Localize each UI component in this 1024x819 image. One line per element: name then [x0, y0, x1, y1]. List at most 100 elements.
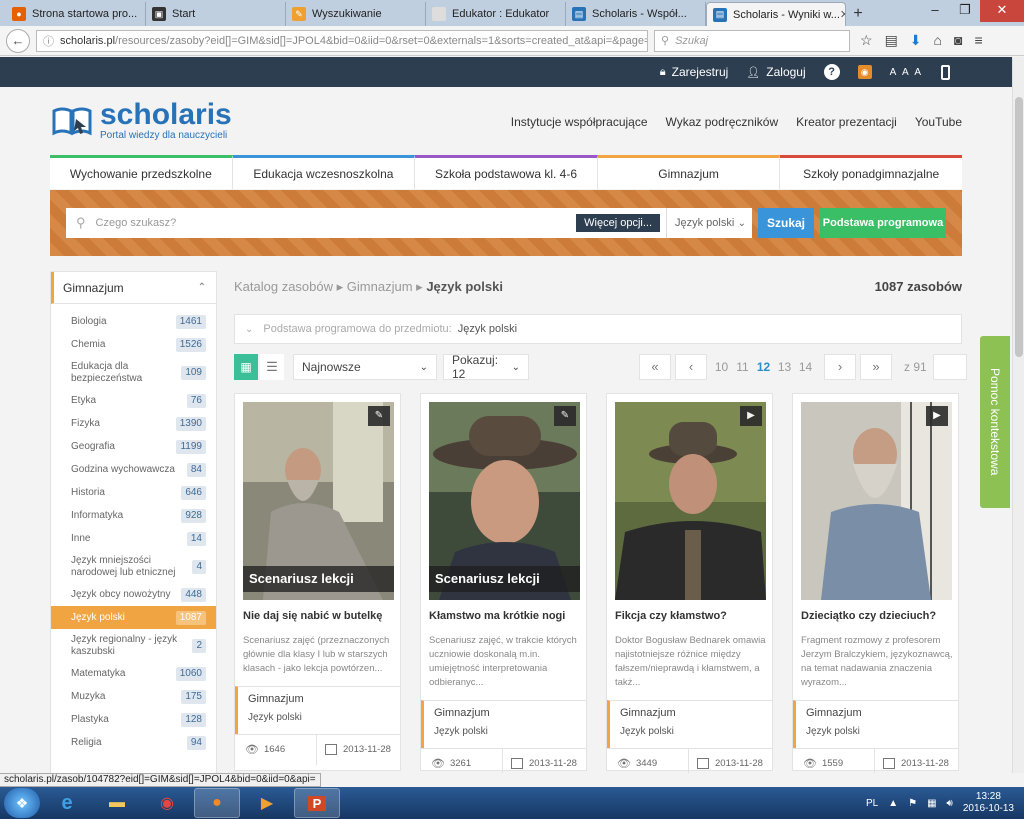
page-12-current[interactable]: 12: [753, 360, 774, 374]
sidebar-item[interactable]: Plastyka 128: [51, 708, 216, 731]
link-textbooks[interactable]: Wykaz podręczników: [666, 115, 779, 129]
card-title[interactable]: Nie daj się nabić w butelkę: [243, 610, 395, 622]
font-size-controls[interactable]: A A A: [890, 67, 923, 78]
site-logo[interactable]: scholaris Portal wiedzy dla nauczycieli: [52, 100, 232, 141]
taskbar-chrome[interactable]: ◉: [144, 788, 190, 818]
search-button[interactable]: Szukaj: [758, 208, 814, 238]
taskbar-media-player[interactable]: ▶: [244, 788, 290, 818]
more-options-button[interactable]: Więcej opcji...: [576, 214, 660, 232]
link-youtube[interactable]: YouTube: [915, 115, 962, 129]
bookmark-star-icon[interactable]: ☆: [860, 32, 873, 49]
page-10[interactable]: 10: [711, 360, 732, 374]
subject-select[interactable]: Język polski ⌄: [666, 208, 752, 238]
close-window-icon[interactable]: ✕: [980, 0, 1024, 22]
resource-card-2[interactable]: ✎ Scenariusz lekcji Kłamstwo ma krótkie …: [420, 393, 587, 773]
rss-icon[interactable]: ◉: [857, 65, 872, 79]
scrollbar-thumb[interactable]: [1015, 97, 1023, 357]
level-tab-early[interactable]: Edukacja wczesnoszkolna: [232, 155, 416, 189]
sidebar-item[interactable]: Godzina wychowawcza 84: [51, 458, 216, 481]
menu-icon[interactable]: ≡: [974, 32, 982, 49]
browser-search-input[interactable]: ⚲ Szukaj: [654, 29, 850, 52]
card-thumbnail[interactable]: ▶: [801, 402, 952, 600]
back-button[interactable]: ←: [6, 28, 30, 53]
sidebar-item[interactable]: Matematyka 1060: [51, 662, 216, 685]
breadcrumb-level[interactable]: Gimnazjum: [347, 279, 413, 294]
curriculum-bar[interactable]: ⌄ Podstawa programowa do przedmiotu: Jęz…: [234, 314, 962, 344]
browser-tab-1[interactable]: ● Strona startowa pro...: [6, 2, 146, 26]
sidebar-item[interactable]: Muzyka 175: [51, 685, 216, 708]
browser-tab-2[interactable]: ▣ Start: [146, 2, 286, 26]
taskbar-powerpoint[interactable]: P: [294, 788, 340, 818]
level-tab-secondary[interactable]: Szkoły ponadgimnazjalne: [780, 155, 962, 189]
download-icon[interactable]: ⬇: [910, 32, 922, 49]
page-scrollbar[interactable]: [1012, 57, 1024, 773]
minimize-icon[interactable]: –: [920, 0, 950, 22]
browser-tab-4[interactable]: Edukator : Edukator: [426, 2, 566, 26]
search-input[interactable]: ⚲ Czego szukasz? Więcej opcji...: [66, 208, 666, 238]
new-tab-button[interactable]: +: [846, 2, 870, 26]
sidebar-item[interactable]: Fizyka 1390: [51, 412, 216, 435]
sidebar-item[interactable]: Język mniejszości narodowej lub etniczne…: [51, 550, 216, 583]
reading-list-icon[interactable]: ▤: [885, 32, 898, 49]
register-link[interactable]: Zarejestruj: [672, 65, 729, 79]
sidebar-item[interactable]: Język regionalny - język kaszubski 2: [51, 629, 216, 662]
sidebar-item[interactable]: Historia 646: [51, 481, 216, 504]
link-institutions[interactable]: Instytucje współpracujące: [511, 115, 648, 129]
taskbar-explorer[interactable]: ▬: [94, 788, 140, 818]
card-title[interactable]: Dzieciątko czy dzieciuch?: [801, 610, 953, 622]
page-13[interactable]: 13: [774, 360, 795, 374]
sidebar-item[interactable]: Edukacja dla bezpieczeństwa 109: [51, 356, 216, 389]
sidebar-item[interactable]: Geografia 1199: [51, 435, 216, 458]
network-icon[interactable]: ▦: [927, 798, 936, 809]
per-page-select[interactable]: Pokazuj: 12 ⌄: [443, 353, 529, 381]
level-tab-primary[interactable]: Szkoła podstawowa kl. 4-6: [415, 155, 598, 189]
page-number-input[interactable]: [932, 354, 967, 380]
sidebar-item[interactable]: Język polski 1087: [51, 606, 216, 629]
card-thumbnail[interactable]: ▶: [615, 402, 766, 600]
last-page-button[interactable]: »: [860, 354, 892, 380]
next-page-button[interactable]: ›: [824, 354, 856, 380]
sidebar-item[interactable]: Biologia 1461: [51, 310, 216, 333]
flag-icon[interactable]: ⚑: [908, 798, 917, 809]
mobile-icon[interactable]: [941, 64, 950, 80]
card-thumbnail[interactable]: ✎ Scenariusz lekcji: [243, 402, 394, 600]
link-presentation-creator[interactable]: Kreator prezentacji: [796, 115, 897, 129]
sidebar-item[interactable]: Język obcy nowożytny 448: [51, 583, 216, 606]
sidebar-item[interactable]: Religia 94: [51, 731, 216, 754]
browser-tab-6-active[interactable]: ▤Scholaris - Wyniki w...✕: [706, 2, 846, 26]
start-button[interactable]: ❖: [4, 788, 40, 818]
first-page-button[interactable]: «: [639, 354, 671, 380]
level-tab-gimnazjum[interactable]: Gimnazjum: [597, 155, 781, 189]
language-indicator[interactable]: PL: [866, 798, 878, 809]
sidebar-item[interactable]: Inne 14: [51, 527, 216, 550]
resource-card-1[interactable]: ✎ Scenariusz lekcji Nie daj się nabić w …: [234, 393, 401, 771]
pocket-icon[interactable]: ◙: [954, 32, 962, 49]
login-link[interactable]: Zaloguj: [766, 65, 805, 79]
card-thumbnail[interactable]: ✎ Scenariusz lekcji: [429, 402, 580, 600]
help-icon[interactable]: ?: [823, 64, 840, 80]
level-tab-preschool[interactable]: Wychowanie przedszkolne: [50, 155, 233, 189]
address-bar[interactable]: ⓘ scholaris.pl/resources/zasoby?eid[]=GI…: [36, 29, 648, 52]
browser-tab-5[interactable]: ▤ Scholaris - Współ...: [566, 2, 706, 26]
tray-arrow-icon[interactable]: ▲: [888, 798, 898, 809]
clock[interactable]: 13:28 2016-10-13: [963, 791, 1014, 815]
page-14[interactable]: 14: [795, 360, 816, 374]
curriculum-button[interactable]: Podstawa programowa: [820, 208, 946, 238]
grid-view-button[interactable]: ▦: [234, 354, 258, 380]
card-title[interactable]: Fikcja czy kłamstwo?: [615, 610, 767, 622]
maximize-icon[interactable]: ❐: [950, 0, 980, 22]
sort-select[interactable]: Najnowsze ⌄: [293, 354, 437, 380]
taskbar-ie[interactable]: e: [44, 788, 90, 818]
list-view-button[interactable]: ☰: [260, 354, 284, 380]
sidebar-header[interactable]: Gimnazjum ⌃: [51, 272, 216, 304]
resource-card-3[interactable]: ▶ Fikcja czy kłamstwo? Doktor Bogusław B…: [606, 393, 773, 773]
context-help-tab[interactable]: Pomoc kontekstowa: [980, 336, 1010, 508]
resource-card-4[interactable]: ▶ Dzieciątko czy dzieciuch? Fragment roz…: [792, 393, 959, 773]
breadcrumb-root[interactable]: Katalog zasobów: [234, 279, 333, 294]
sidebar-item[interactable]: Informatyka 928: [51, 504, 216, 527]
volume-icon[interactable]: 🔊︎: [947, 798, 953, 809]
prev-page-button[interactable]: ‹: [675, 354, 707, 380]
card-title[interactable]: Kłamstwo ma krótkie nogi: [429, 610, 581, 622]
sidebar-item[interactable]: Chemia 1526: [51, 333, 216, 356]
home-icon[interactable]: ⌂: [934, 32, 942, 49]
